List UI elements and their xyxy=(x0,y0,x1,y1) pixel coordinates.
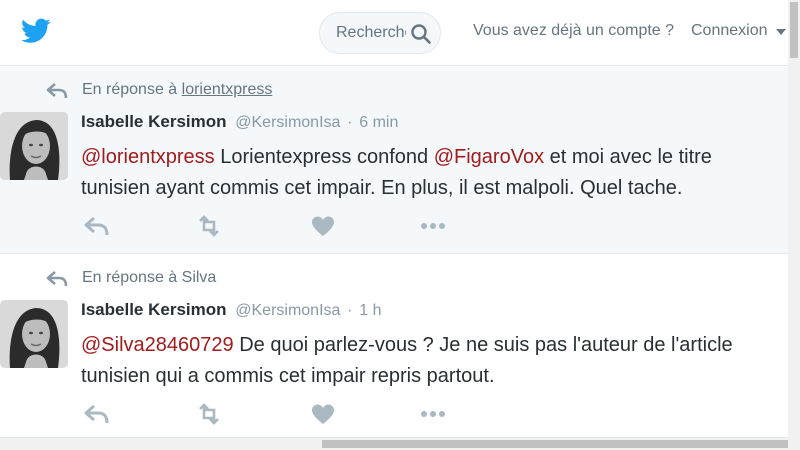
tweet[interactable]: En réponse à Silva Isabelle Kersimon @Ke… xyxy=(0,255,788,438)
login-link[interactable]: Connexion xyxy=(691,22,768,40)
heart-icon[interactable] xyxy=(309,403,337,425)
retweet-icon[interactable] xyxy=(195,403,223,425)
search-input[interactable] xyxy=(336,13,406,53)
top-bar: Vous avez déjà un compte ? Connexion xyxy=(0,0,788,66)
avatar[interactable] xyxy=(0,112,68,180)
reply-context-prefix: En réponse à xyxy=(82,269,178,286)
page: Vous avez déjà un compte ? Connexion En … xyxy=(0,0,800,450)
heart-icon[interactable] xyxy=(309,215,337,237)
author-name[interactable]: Isabelle Kersimon xyxy=(81,112,227,131)
author-username[interactable]: @KersimonIsa xyxy=(235,302,340,319)
reply-context-text: En réponse à Silva xyxy=(82,269,216,287)
tweet-text: @lorientxpress Lorientexpress confond @F… xyxy=(81,142,781,204)
chevron-down-icon[interactable] xyxy=(776,29,786,35)
reply-context-target[interactable]: Silva xyxy=(182,269,217,286)
avatar[interactable] xyxy=(0,300,68,368)
separator: · xyxy=(347,114,353,131)
mention-link[interactable]: @FigaroVox xyxy=(434,146,544,168)
reply-arrow-icon xyxy=(46,83,68,99)
retweet-icon[interactable] xyxy=(195,215,223,237)
horizontal-scrollbar-thumb[interactable] xyxy=(322,440,788,448)
tweet-time[interactable]: 1 h xyxy=(359,302,381,319)
vertical-scrollbar[interactable] xyxy=(788,0,800,438)
reply-icon[interactable] xyxy=(83,215,111,237)
reply-icon[interactable] xyxy=(83,403,111,425)
tweet-time[interactable]: 6 min xyxy=(359,114,398,131)
login-prompt: Vous avez déjà un compte ? xyxy=(473,22,675,39)
tweet-header: Isabelle Kersimon @KersimonIsa · 6 min xyxy=(81,112,398,132)
horizontal-scrollbar[interactable] xyxy=(0,438,800,450)
mention-link[interactable]: @Silva28460729 xyxy=(81,334,234,356)
tweet-text-part: Lorientexpress confond xyxy=(214,146,434,168)
reply-arrow-icon xyxy=(46,271,68,287)
mention-link[interactable]: @lorientxpress xyxy=(81,146,215,168)
author-username[interactable]: @KersimonIsa xyxy=(235,114,340,131)
tweet-text: @Silva28460729 De quoi parlez-vous ? Je … xyxy=(81,330,781,392)
more-icon[interactable] xyxy=(419,215,447,237)
twitter-bird-icon[interactable] xyxy=(21,18,51,44)
search-box[interactable] xyxy=(319,12,441,54)
reply-context-text: En réponse à lorientxpress xyxy=(82,81,272,99)
tweet-header: Isabelle Kersimon @KersimonIsa · 1 h xyxy=(81,300,381,320)
tweet[interactable]: En réponse à lorientxpress Isabelle Kers… xyxy=(0,67,788,254)
author-name[interactable]: Isabelle Kersimon xyxy=(81,300,227,319)
search-icon[interactable] xyxy=(410,23,432,45)
reply-context-prefix: En réponse à xyxy=(82,81,178,98)
separator: · xyxy=(347,302,353,319)
vertical-scrollbar-thumb[interactable] xyxy=(790,2,798,58)
reply-context-link[interactable]: lorientxpress xyxy=(182,81,273,98)
more-icon[interactable] xyxy=(419,403,447,425)
